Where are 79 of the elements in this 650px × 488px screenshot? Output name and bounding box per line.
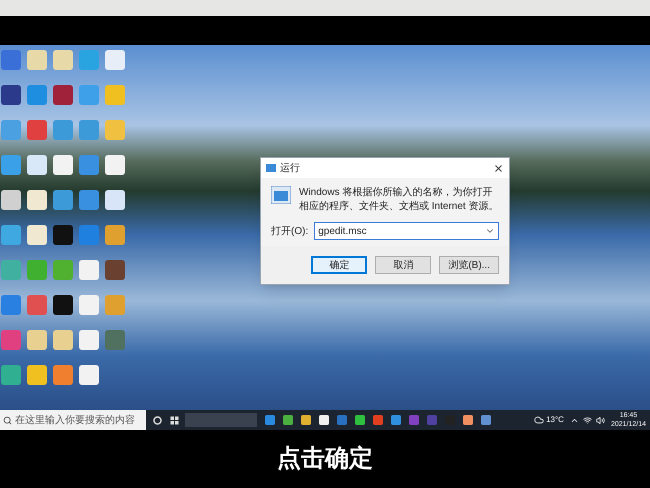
- desktop-app-icon[interactable]: [27, 330, 47, 350]
- desktop-app-icon[interactable]: [27, 190, 47, 210]
- desktop-app-icon[interactable]: [1, 260, 21, 280]
- wifi-icon[interactable]: [582, 416, 592, 424]
- toolbar-box[interactable]: [185, 413, 257, 427]
- taskbar-app-icon[interactable]: [337, 415, 347, 425]
- desktop-app-icon[interactable]: [79, 330, 99, 350]
- desktop-app-icon[interactable]: [27, 295, 47, 315]
- search-icon: [3, 416, 12, 424]
- desktop-app-icon[interactable]: [1, 190, 21, 210]
- desktop-app-icon[interactable]: [79, 225, 99, 245]
- desktop-app-icon[interactable]: [1, 155, 21, 175]
- command-input-field[interactable]: gpedit.msc: [314, 222, 499, 240]
- circle-icon[interactable]: [153, 416, 162, 424]
- dialog-button[interactable]: 浏览(B)...: [439, 256, 499, 274]
- desktop-app-icon[interactable]: [105, 120, 125, 140]
- desktop-app-icon[interactable]: [105, 225, 125, 245]
- run-app-icon: [271, 186, 291, 204]
- desktop-app-icon[interactable]: [1, 50, 21, 70]
- cloud-icon[interactable]: [534, 415, 544, 425]
- desktop-app-icon[interactable]: [53, 295, 73, 315]
- desktop-app-icon[interactable]: [1, 225, 21, 245]
- taskbar-app-icon[interactable]: [355, 415, 365, 425]
- desktop-app-icon[interactable]: [27, 155, 47, 175]
- desktop-app-icon[interactable]: [79, 50, 99, 70]
- desktop-app-icon[interactable]: [79, 120, 99, 140]
- desktop-app-icon[interactable]: [105, 260, 125, 280]
- desktop-app-icon[interactable]: [105, 85, 125, 105]
- desktop-app-icon[interactable]: [1, 330, 21, 350]
- desktop-app-icon[interactable]: [79, 260, 99, 280]
- taskbar-app-icon[interactable]: [301, 415, 311, 425]
- desktop-app-icon[interactable]: [53, 85, 73, 105]
- desktop-app-icon[interactable]: [53, 120, 73, 140]
- dialog-title: 运行: [280, 162, 300, 176]
- desktop-app-icon[interactable]: [105, 155, 125, 175]
- desktop-app-icon[interactable]: [27, 225, 47, 245]
- taskbar-app-icon[interactable]: [283, 415, 293, 425]
- dialog-button[interactable]: 确定: [311, 256, 368, 274]
- desktop-app-icon[interactable]: [79, 295, 99, 315]
- desktop-app-icon[interactable]: [1, 365, 21, 385]
- dialog-button[interactable]: 取消: [375, 256, 432, 274]
- desktop-app-icon[interactable]: [1, 295, 21, 315]
- taskbar-search-field[interactable]: 在这里输入你要搜索的内容: [0, 410, 146, 430]
- task-view-icon[interactable]: [170, 416, 179, 424]
- taskbar-app-icon[interactable]: [373, 415, 383, 425]
- desktop-app-icon[interactable]: [105, 50, 125, 70]
- dialog-description: Windows 将根据你所输入的名称，为你打开相应的程序、文件夹、文档或 Internet 资源。: [299, 186, 499, 214]
- open-label: 打开(O):: [271, 224, 308, 238]
- desktop-app-icon[interactable]: [1, 120, 21, 140]
- desktop-app-icon[interactable]: [53, 330, 73, 350]
- desktop-app-icon[interactable]: [79, 155, 99, 175]
- desktop-app-icon[interactable]: [27, 365, 47, 385]
- taskbar-app-icon[interactable]: [391, 415, 401, 425]
- desktop-app-icon[interactable]: [105, 190, 125, 210]
- volume-icon[interactable]: [596, 416, 605, 424]
- taskbar-app-icon[interactable]: [319, 415, 329, 425]
- desktop-app-icon[interactable]: [27, 260, 47, 280]
- desktop-app-icon[interactable]: [79, 365, 99, 385]
- desktop-app-icon[interactable]: [53, 225, 73, 245]
- desktop-app-icon[interactable]: [53, 155, 73, 175]
- desktop-app-icon[interactable]: [27, 85, 47, 105]
- run-app-icon: [266, 163, 276, 173]
- desktop-app-icon[interactable]: [53, 190, 73, 210]
- desktop-app-icon[interactable]: [53, 50, 73, 70]
- video-caption: 点击确定: [277, 444, 373, 474]
- temperature-text[interactable]: 13°C: [546, 414, 564, 426]
- desktop-app-icon[interactable]: [1, 85, 21, 105]
- desktop-app-icon[interactable]: [27, 50, 47, 70]
- desktop-app-icon[interactable]: [53, 260, 73, 280]
- taskbar-app-icon[interactable]: [463, 415, 473, 425]
- taskbar-app-icon[interactable]: [481, 415, 491, 425]
- desktop-app-icon[interactable]: [105, 330, 125, 350]
- desktop-app-icon[interactable]: [53, 365, 73, 385]
- taskbar-app-icon[interactable]: [265, 415, 275, 425]
- close-icon[interactable]: [493, 162, 504, 174]
- desktop-app-icon[interactable]: [27, 120, 47, 140]
- desktop-app-icon[interactable]: [79, 85, 99, 105]
- desktop-app-icon[interactable]: [79, 190, 99, 210]
- desktop-app-icon[interactable]: [105, 295, 125, 315]
